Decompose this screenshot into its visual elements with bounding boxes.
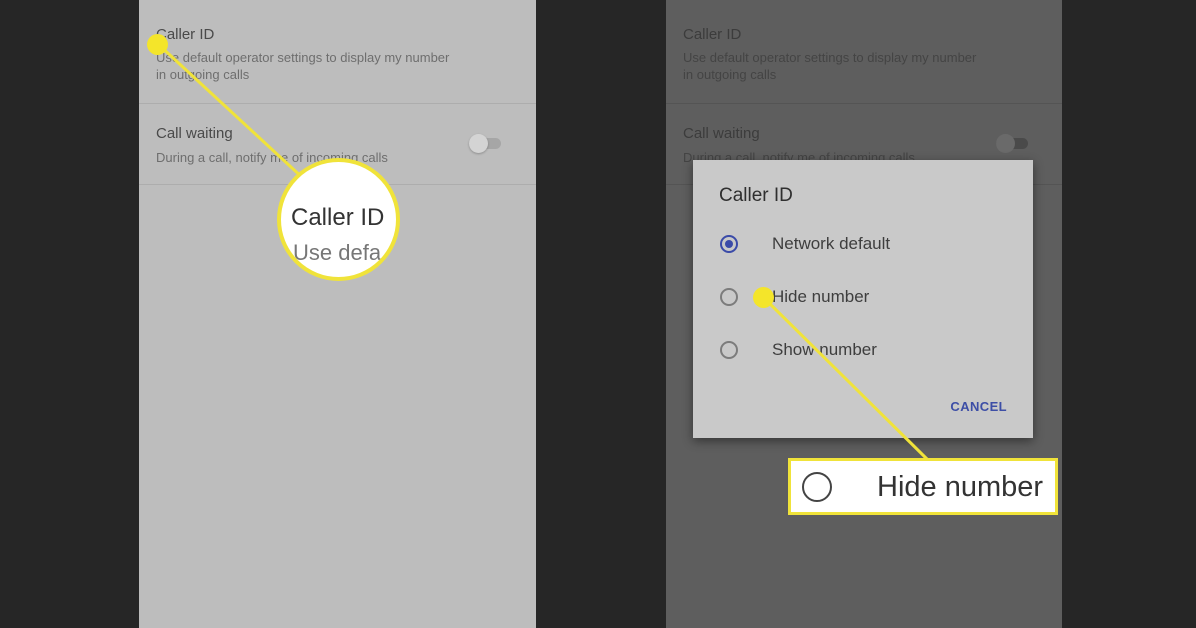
caller-id-setting-dimmed: Caller ID Use default operator settings … [666, 12, 1062, 104]
caller-id-title: Caller ID [683, 26, 742, 43]
cancel-button[interactable]: CANCEL [950, 399, 1007, 414]
radio-selected-icon[interactable] [720, 235, 738, 253]
option-show-number[interactable]: Show number [720, 339, 1010, 365]
zoom-subtitle: Use defa [293, 240, 382, 265]
right-callout-dot [753, 287, 774, 308]
zoom-label: Hide number [877, 471, 1044, 503]
caller-id-dialog: Caller ID Network default Hide number Sh… [693, 160, 1033, 438]
call-waiting-title: Call waiting [683, 125, 760, 142]
caller-id-subtitle-line2: in outgoing calls [156, 67, 250, 82]
option-label: Show number [772, 340, 877, 359]
call-waiting-title: Call waiting [156, 125, 233, 142]
left-callout-dot [147, 34, 168, 55]
caller-id-subtitle-line2: in outgoing calls [683, 67, 777, 82]
option-label: Network default [772, 234, 891, 253]
toggle-thumb [469, 134, 488, 153]
caller-id-setting[interactable]: Caller ID Use default operator settings … [139, 12, 536, 104]
option-network-default[interactable]: Network default [720, 233, 1010, 259]
hide-number-zoom-callout: Hide number [788, 458, 1058, 515]
caller-id-subtitle-line1: Use default operator settings to display… [683, 50, 977, 65]
left-phone-screen: Caller ID Use default operator settings … [139, 0, 536, 628]
caller-id-subtitle-line1: Use default operator settings to display… [156, 50, 450, 65]
caller-id-zoom-callout: Caller ID Use defa [277, 158, 400, 281]
zoom-title: Caller ID [291, 204, 385, 231]
radio-unselected-icon[interactable] [720, 341, 738, 359]
toggle-thumb [996, 134, 1015, 153]
dialog-title: Caller ID [719, 185, 793, 206]
radio-unselected-icon[interactable] [720, 288, 738, 306]
option-label: Hide number [772, 287, 870, 306]
radio-unselected-icon [802, 472, 832, 502]
